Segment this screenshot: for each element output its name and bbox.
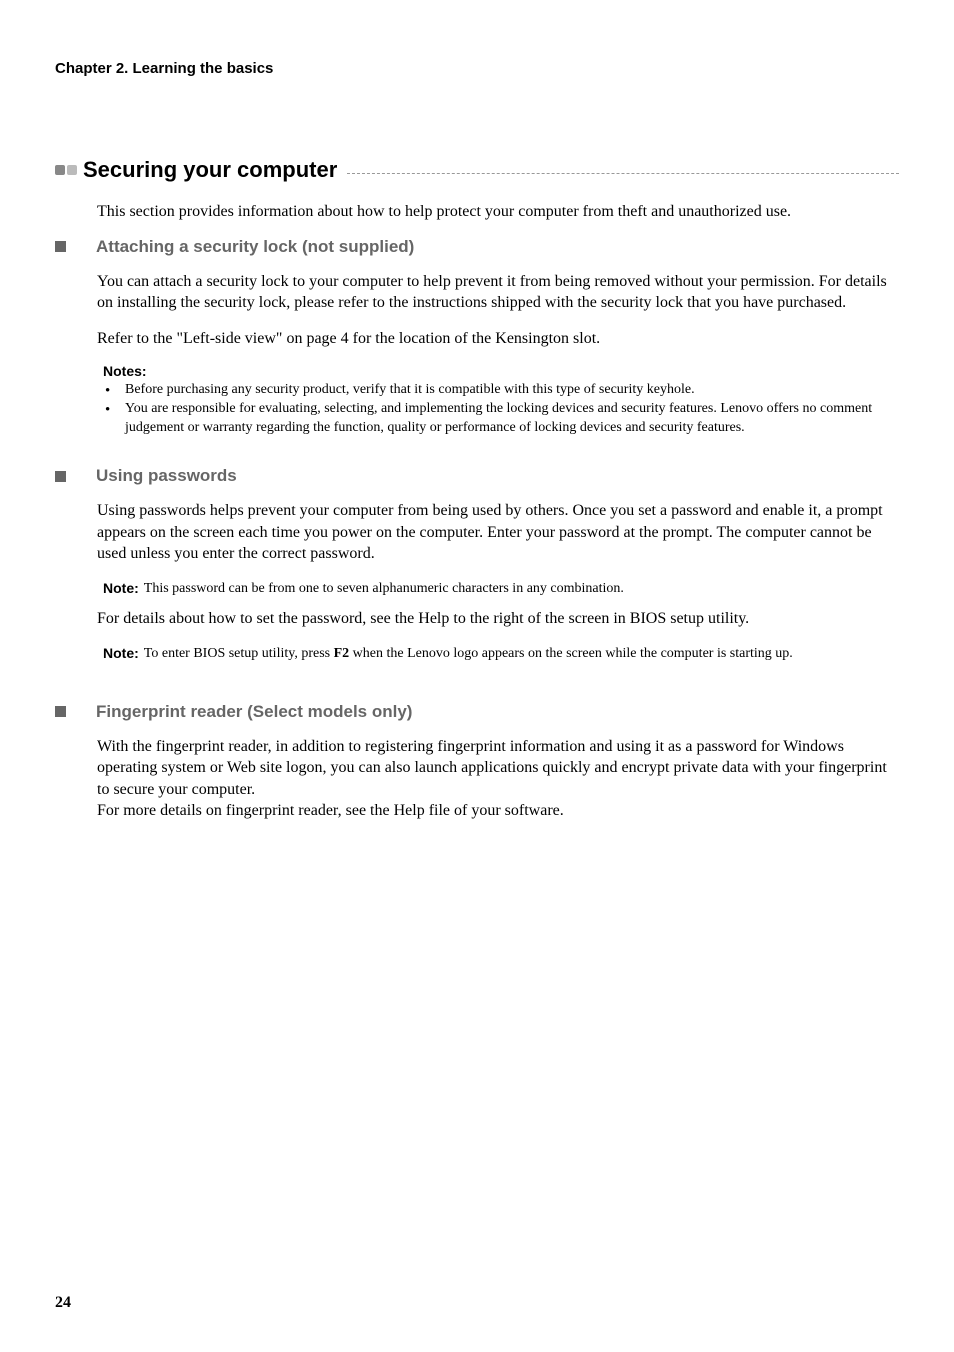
note-label: Note: bbox=[103, 579, 139, 599]
chapter-header: Chapter 2. Learning the basics bbox=[55, 60, 899, 77]
note-label: Note: bbox=[103, 644, 139, 664]
subsection-heading-row: Using passwords bbox=[55, 466, 899, 486]
section-title: Securing your computer bbox=[83, 157, 337, 183]
paragraph: For details about how to set the passwor… bbox=[97, 608, 899, 630]
paragraph: Refer to the "Left-side view" on page 4 … bbox=[97, 328, 899, 350]
square-bullet-icon bbox=[55, 241, 66, 252]
note-content: To enter BIOS setup utility, press F2 wh… bbox=[144, 644, 899, 664]
heading-dash-line bbox=[347, 173, 899, 174]
section-intro: This section provides information about … bbox=[97, 201, 899, 223]
double-bullet-icon bbox=[55, 165, 77, 175]
subsection-title: Using passwords bbox=[96, 466, 237, 486]
square-bullet-icon bbox=[55, 471, 66, 482]
paragraph: For more details on fingerprint reader, … bbox=[97, 800, 899, 822]
note-item: Before purchasing any security product, … bbox=[103, 381, 899, 400]
subsection-title: Attaching a security lock (not supplied) bbox=[96, 237, 414, 257]
paragraph: Using passwords helps prevent your compu… bbox=[97, 500, 899, 565]
subsection-title: Fingerprint reader (Select models only) bbox=[96, 702, 412, 722]
square-bullet-icon bbox=[55, 706, 66, 717]
notes-label: Notes: bbox=[103, 363, 899, 379]
page-number: 24 bbox=[55, 1294, 71, 1312]
subsection-heading-row: Attaching a security lock (not supplied) bbox=[55, 237, 899, 257]
paragraph: With the fingerprint reader, in addition… bbox=[97, 736, 899, 801]
section-heading-row: Securing your computer bbox=[55, 157, 899, 183]
note-text-b: when the Lenovo logo appears on the scre… bbox=[349, 646, 793, 661]
note-block: Note: To enter BIOS setup utility, press… bbox=[103, 644, 899, 664]
subsection-heading-row: Fingerprint reader (Select models only) bbox=[55, 702, 899, 722]
notes-list: Before purchasing any security product, … bbox=[103, 381, 899, 438]
note-item: You are responsible for evaluating, sele… bbox=[103, 400, 899, 438]
paragraph: You can attach a security lock to your c… bbox=[97, 271, 899, 314]
note-text-a: To enter BIOS setup utility, press bbox=[144, 646, 334, 661]
note-block: Note: This password can be from one to s… bbox=[103, 579, 899, 599]
note-bold-key: F2 bbox=[334, 646, 350, 661]
note-content: This password can be from one to seven a… bbox=[144, 579, 899, 599]
